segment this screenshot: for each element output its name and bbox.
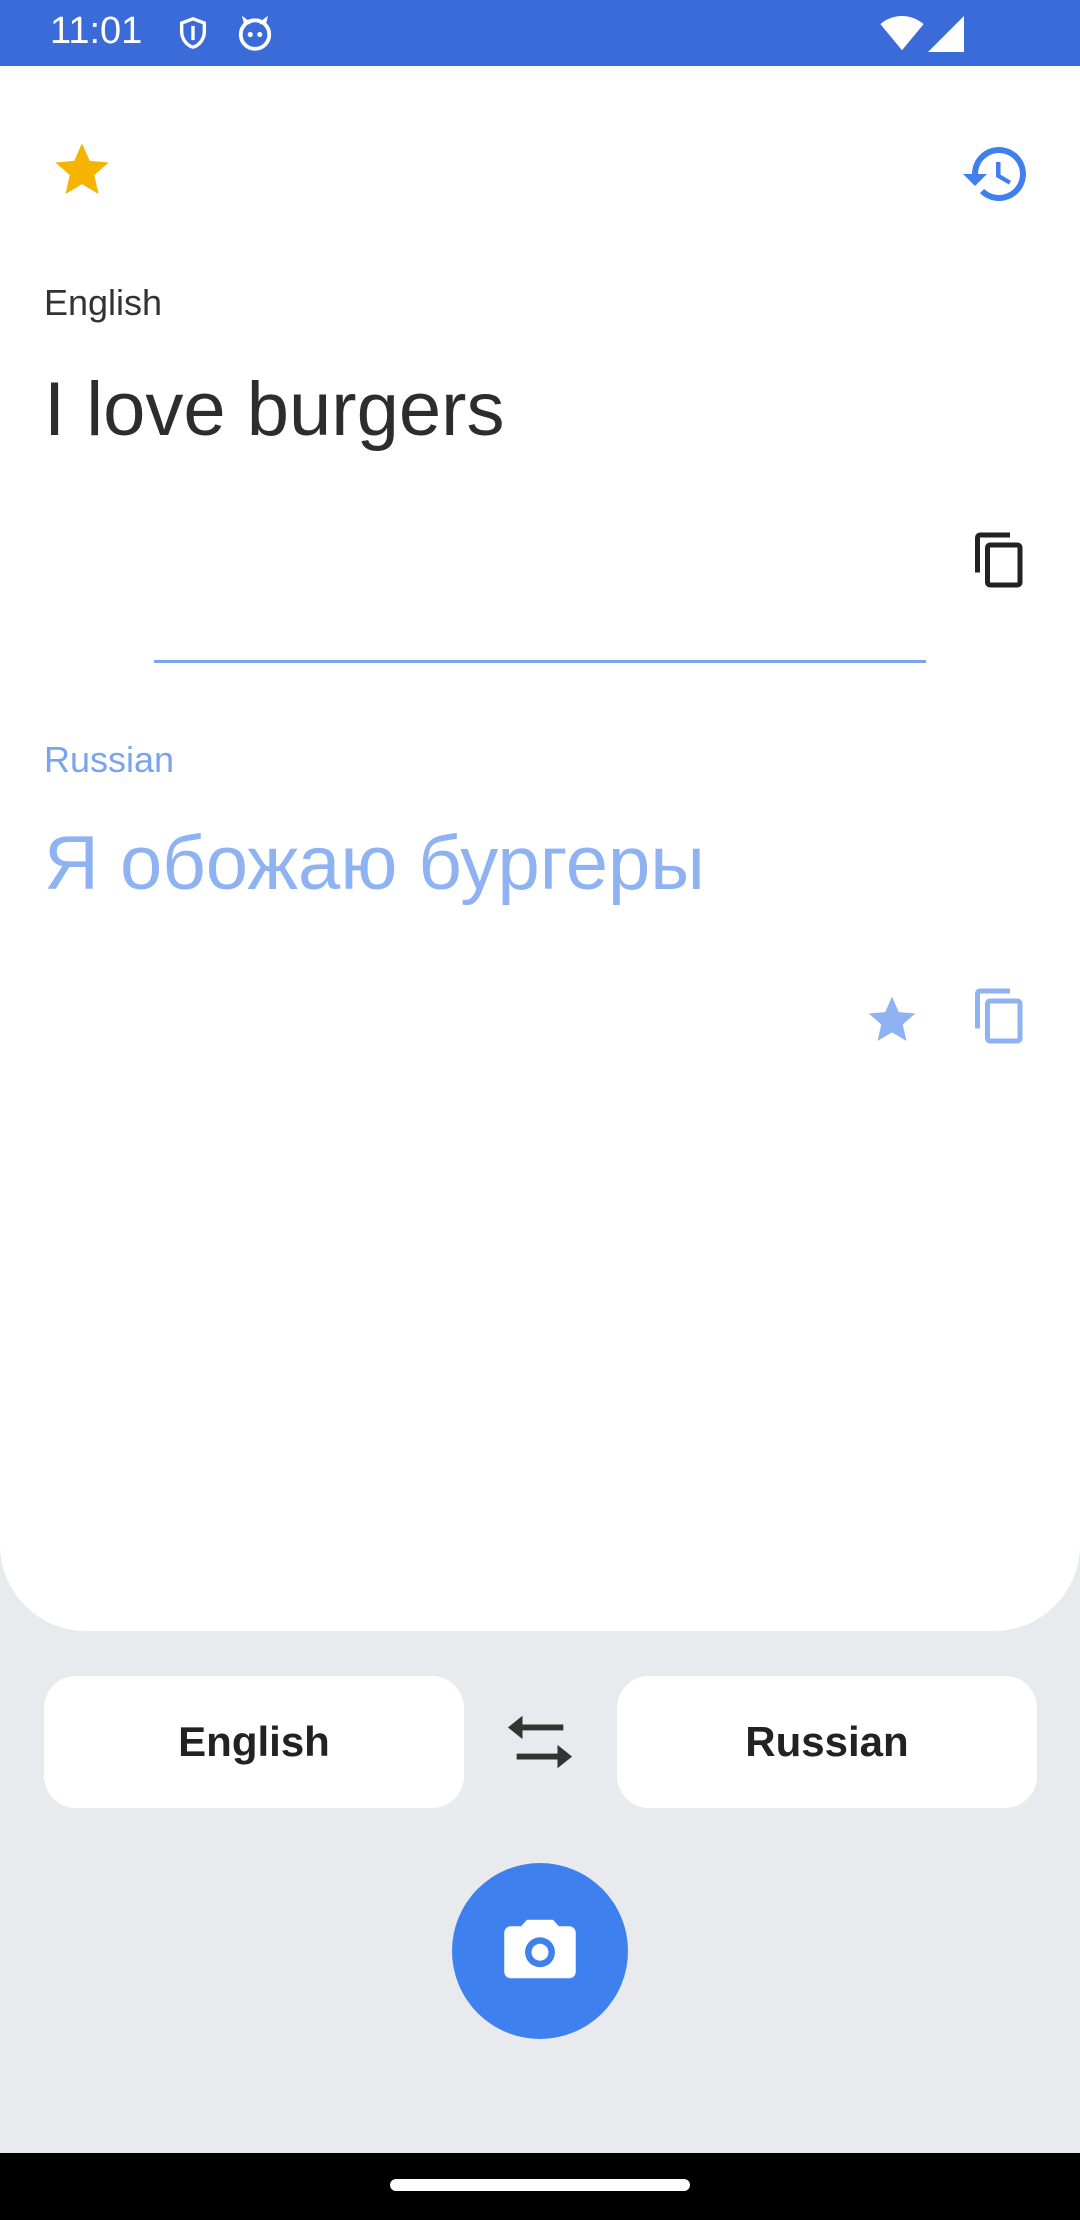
camera-button[interactable] (452, 1863, 628, 2039)
source-text[interactable]: I love burgers (44, 366, 504, 453)
copy-translation-icon[interactable] (970, 986, 1030, 1051)
target-language-button-label: Russian (745, 1718, 909, 1765)
star-icon[interactable] (50, 138, 114, 207)
translated-text: Я обожаю бургеры (44, 821, 705, 906)
status-time: 11:01 (50, 10, 143, 52)
home-indicator[interactable] (390, 2179, 690, 2191)
swap-icon[interactable] (505, 1712, 575, 1772)
divider (154, 660, 926, 663)
signal-icon (928, 16, 964, 57)
cat-icon (236, 14, 274, 57)
source-language-label: English (44, 282, 163, 323)
status-bar: 11:01 (0, 0, 1080, 66)
camera-icon (501, 1916, 579, 1987)
shield-icon (176, 14, 210, 57)
translation-card: English I love burgers Russian Я обожаю … (0, 66, 1080, 1631)
wifi-icon (880, 16, 924, 57)
history-icon[interactable] (960, 138, 1032, 215)
target-language-label: Russian (44, 739, 175, 780)
source-language-button-label: English (178, 1718, 330, 1765)
target-language-button[interactable]: Russian (617, 1676, 1037, 1808)
favorite-star-icon[interactable] (864, 992, 920, 1053)
source-language-button[interactable]: English (44, 1676, 464, 1808)
copy-icon[interactable] (970, 530, 1030, 595)
